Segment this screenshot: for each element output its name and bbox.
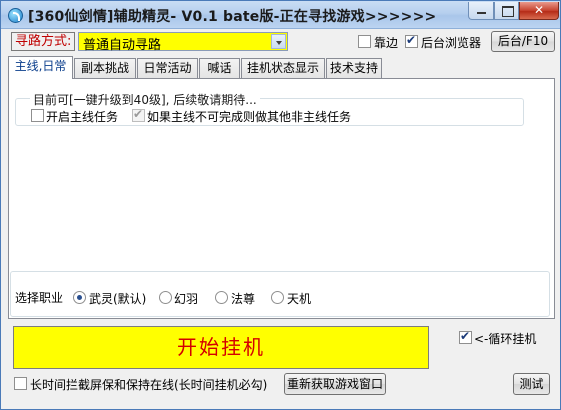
job-radio-huanyu[interactable]: [159, 291, 172, 304]
window-title: [360仙剑情]辅助精灵- V0.1 bate版-正在寻找游戏>>>>>>: [28, 9, 437, 25]
dropdown-arrow-icon[interactable]: [271, 34, 286, 49]
enable-main-quest-checkbox[interactable]: [31, 109, 44, 122]
loop-afk-label: <-循环挂机: [474, 332, 537, 346]
main-window: [360仙剑情]辅助精灵- V0.1 bate版-正在寻找游戏>>>>>> 寻路…: [0, 0, 561, 410]
close-icon[interactable]: [519, 2, 559, 20]
job-radio-wuling[interactable]: [73, 291, 86, 304]
fallback-quest-checkbox[interactable]: [132, 107, 145, 122]
path-mode-value: 普通自动寻路: [83, 38, 162, 53]
job-option-huanyu: 幻羽: [174, 292, 199, 306]
background-browser-label: 后台浏览器: [421, 36, 482, 50]
main-quest-group-title: 目前可[一键升级到40级], 后续敬请期待...: [30, 91, 260, 108]
background-browser-checkbox[interactable]: [405, 33, 418, 48]
tab-strip: 主线,日常 副本挑战 日常活动 喊话 挂机状态显示 技术支持: [8, 56, 555, 79]
job-option-fazun: 法尊: [231, 292, 256, 306]
path-mode-label: 寻路方式:: [11, 32, 75, 51]
tab-daily-activity[interactable]: 日常活动: [137, 58, 198, 78]
start-afk-button[interactable]: 开始挂机: [13, 326, 429, 369]
test-button[interactable]: 测试: [513, 373, 550, 395]
job-label: 选择职业: [15, 291, 64, 305]
minimize-icon[interactable]: [468, 2, 494, 20]
tab-tech-support[interactable]: 技术支持: [326, 58, 382, 78]
keepalive-checkbox[interactable]: [14, 377, 27, 390]
tab-main-daily[interactable]: 主线,日常: [8, 56, 73, 79]
edge-checkbox[interactable]: [358, 35, 371, 48]
maximize-icon[interactable]: [494, 2, 519, 20]
job-radio-tianji[interactable]: [271, 291, 284, 304]
job-radio-fazun[interactable]: [215, 291, 228, 304]
job-option-wuling: 武灵(默认): [89, 292, 147, 306]
title-bar[interactable]: [360仙剑情]辅助精灵- V0.1 bate版-正在寻找游戏>>>>>>: [1, 1, 560, 29]
tab-dungeon-challenge[interactable]: 副本挑战: [74, 58, 136, 78]
loop-afk-checkbox[interactable]: [459, 329, 472, 344]
edge-label: 靠边: [374, 36, 399, 50]
job-option-tianji: 天机: [287, 292, 312, 306]
fallback-quest-label: 如果主线不可完成则做其他非主线任务: [147, 110, 352, 124]
tab-status-display[interactable]: 挂机状态显示: [241, 58, 325, 78]
background-f10-button[interactable]: 后台/F10: [491, 31, 555, 52]
tab-shout[interactable]: 喊话: [199, 58, 240, 78]
enable-main-quest-label: 开启主线任务: [46, 110, 119, 124]
app-logo-icon: [8, 8, 23, 23]
refresh-game-window-button[interactable]: 重新获取游戏窗口: [284, 373, 386, 395]
path-mode-select[interactable]: 普通自动寻路: [78, 32, 288, 53]
keepalive-label: 长时间拦截屏保和保持在线(长时间挂机必勾): [30, 378, 268, 392]
